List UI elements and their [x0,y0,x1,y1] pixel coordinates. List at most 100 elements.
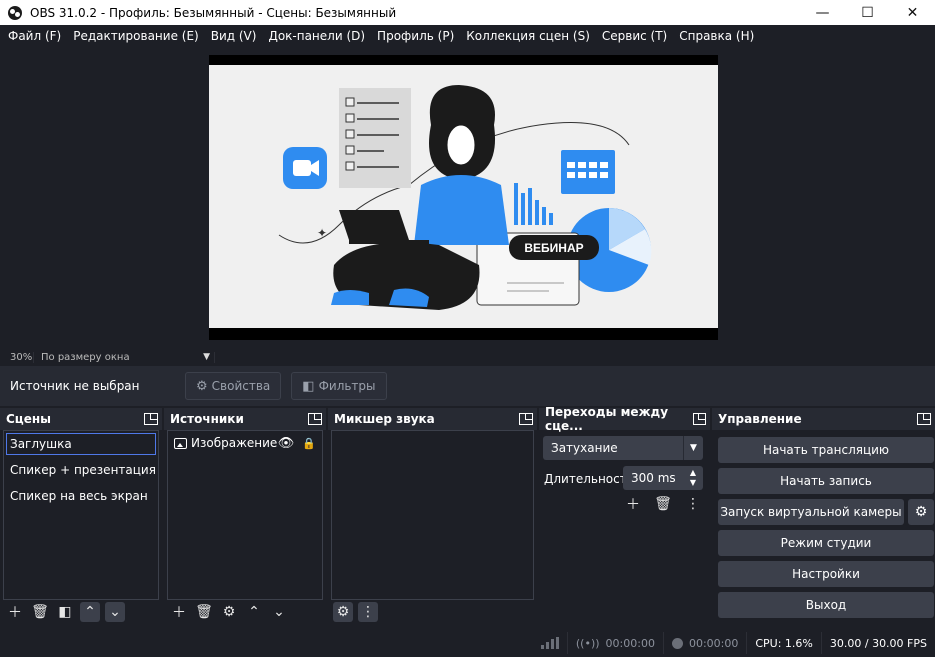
menu-docks[interactable]: Док-панели (D) [262,29,371,43]
virtual-camera-settings-button[interactable]: ⚙ [908,499,934,525]
mixer-title: Микшер звука [334,412,435,426]
exit-button[interactable]: Выход [718,592,934,618]
webinar-illustration: ВЕБИНАР ✦ [278,85,652,310]
chevron-down-icon: ▼ [203,351,210,362]
transitions-title: Переходы между сце... [545,405,669,433]
gear-icon: ⚙ [914,504,928,520]
scenes-list: Заглушка Спикер + презентация Спикер на … [3,430,159,600]
window-title: OBS 31.0.2 - Профиль: Безымянный - Сцены… [30,5,397,20]
filters-label: Фильтры [318,379,376,393]
filters-button[interactable]: ◧ Фильтры [291,372,387,400]
spinner-arrows-icon[interactable]: ▲ ▼ [683,466,703,490]
record-time: 00:00:00 [688,636,739,650]
duration-label: Длительность [544,472,634,486]
obs-logo-icon [8,5,22,20]
svg-text:✦: ✦ [317,226,327,240]
transition-select[interactable]: Затухание ▼ [543,436,703,460]
controls-dock: Управление Начать трансляцию Начать запи… [712,408,935,626]
source-toolbar: Источник не выбран ⚙ Свойства ◧ Фильтры [0,366,935,406]
filter-icon: ◧ [302,378,315,394]
preview-scale-select[interactable]: По размеру окна ▼ [34,351,215,363]
controls-title: Управление [718,412,802,426]
move-scene-down-button[interactable]: ⌄ [105,602,125,622]
undock-icon[interactable] [144,413,158,425]
transitions-dock: Переходы между сце... Затухание ▼ Длител… [539,405,710,626]
properties-label: Свойства [211,379,271,393]
mixer-menu-button[interactable]: ⋮ [358,602,378,622]
preview-area[interactable]: ВЕБИНАР ✦ [0,47,935,349]
menu-file[interactable]: Файл (F) [2,29,67,43]
stream-time: 00:00:00 [605,636,655,650]
scene-item[interactable]: Спикер на весь экран [4,483,158,509]
sources-list: Изображение 👁 🔒 [167,430,323,600]
broadcast-icon: ((•)) [575,636,600,650]
source-name: Изображение [191,436,278,450]
move-scene-up-button[interactable]: ⌃ [80,602,100,622]
eye-icon[interactable]: 👁 [278,436,295,451]
properties-button[interactable]: ⚙ Свойства [185,372,282,400]
move-source-down-button[interactable]: ⌄ [269,602,289,622]
menu-help[interactable]: Справка (H) [673,29,760,43]
add-transition-button[interactable]: ＋ [623,494,643,514]
audio-settings-button[interactable]: ⚙ [333,602,353,622]
start-record-button[interactable]: Начать запись [718,468,934,494]
add-scene-button[interactable]: ＋ [5,602,25,622]
studio-mode-button[interactable]: Режим студии [718,530,934,556]
stream-status: ((•)) 00:00:00 [566,632,663,654]
scene-item[interactable]: Заглушка [6,433,156,455]
undock-icon[interactable] [519,413,533,425]
image-icon [174,437,187,449]
preview-scale-label: По размеру окна [41,351,130,363]
undock-icon[interactable] [917,413,931,425]
mixer-list [331,430,534,600]
preview-zoom: 30% [0,351,34,363]
duration-value: 300 ms [631,471,676,485]
sources-title: Источники [170,412,244,426]
transition-selected: Затухание [551,441,618,455]
menu-edit[interactable]: Редактирование (E) [67,29,204,43]
source-properties-button[interactable]: ⚙ [219,602,239,622]
move-source-up-button[interactable]: ⌃ [244,602,264,622]
add-source-button[interactable]: ＋ [169,602,189,622]
remove-transition-button[interactable]: 🗑 [653,494,673,514]
scenes-title: Сцены [6,412,51,426]
close-button[interactable]: ✕ [890,0,935,25]
scenes-dock: Сцены Заглушка Спикер + презентация Спик… [0,408,162,626]
source-item[interactable]: Изображение 👁 🔒 [168,431,322,455]
lock-icon[interactable]: 🔒 [302,437,316,450]
remove-source-button[interactable]: 🗑 [194,602,214,622]
chevron-down-icon: ▼ [683,436,703,460]
sources-dock: Источники Изображение 👁 🔒 ＋ 🗑 ⚙ ⌃ ⌄ [164,408,326,626]
mixer-dock: Микшер звука ⚙ ⋮ [328,408,537,626]
undock-icon[interactable] [693,413,706,425]
menu-profile[interactable]: Профиль (P) [371,29,460,43]
webinar-badge-label: ВЕБИНАР [524,241,583,255]
no-source-label: Источник не выбран [10,379,140,393]
status-bar: ((•)) 00:00:00 00:00:00 CPU: 1.6% 30.00 … [0,629,935,657]
preview-status-bar: 30% По размеру окна ▼ [0,349,935,365]
network-signal-icon [533,632,567,654]
duration-spinbox[interactable]: 300 ms ▲ ▼ [623,466,703,490]
remove-scene-button[interactable]: 🗑 [30,602,50,622]
scene-item[interactable]: Спикер + презентация [4,457,158,483]
start-stream-button[interactable]: Начать трансляцию [718,437,934,463]
preview-canvas[interactable]: ВЕБИНАР ✦ [209,65,718,328]
scene-filters-button[interactable]: ◧ [55,602,75,622]
fps-readout: 30.00 / 30.00 FPS [820,632,935,654]
transition-menu-button[interactable]: ⋮ [683,494,703,514]
record-dot-icon [671,637,683,649]
title-bar: OBS 31.0.2 - Профиль: Безымянный - Сцены… [0,0,935,25]
cpu-usage: CPU: 1.6% [746,632,821,654]
maximize-button[interactable]: ☐ [845,0,890,25]
menu-bar: Файл (F) Редактирование (E) Вид (V) Док-… [0,25,935,47]
virtual-camera-button[interactable]: Запуск виртуальной камеры [718,499,904,525]
laptop [339,210,409,240]
menu-tools[interactable]: Сервис (T) [596,29,673,43]
minimize-button[interactable]: — [800,0,845,25]
settings-button[interactable]: Настройки [718,561,934,587]
record-status: 00:00:00 [662,632,746,654]
menu-view[interactable]: Вид (V) [205,29,263,43]
menu-scene-collection[interactable]: Коллекция сцен (S) [460,29,596,43]
undock-icon[interactable] [308,413,322,425]
person-sweater [414,175,509,245]
